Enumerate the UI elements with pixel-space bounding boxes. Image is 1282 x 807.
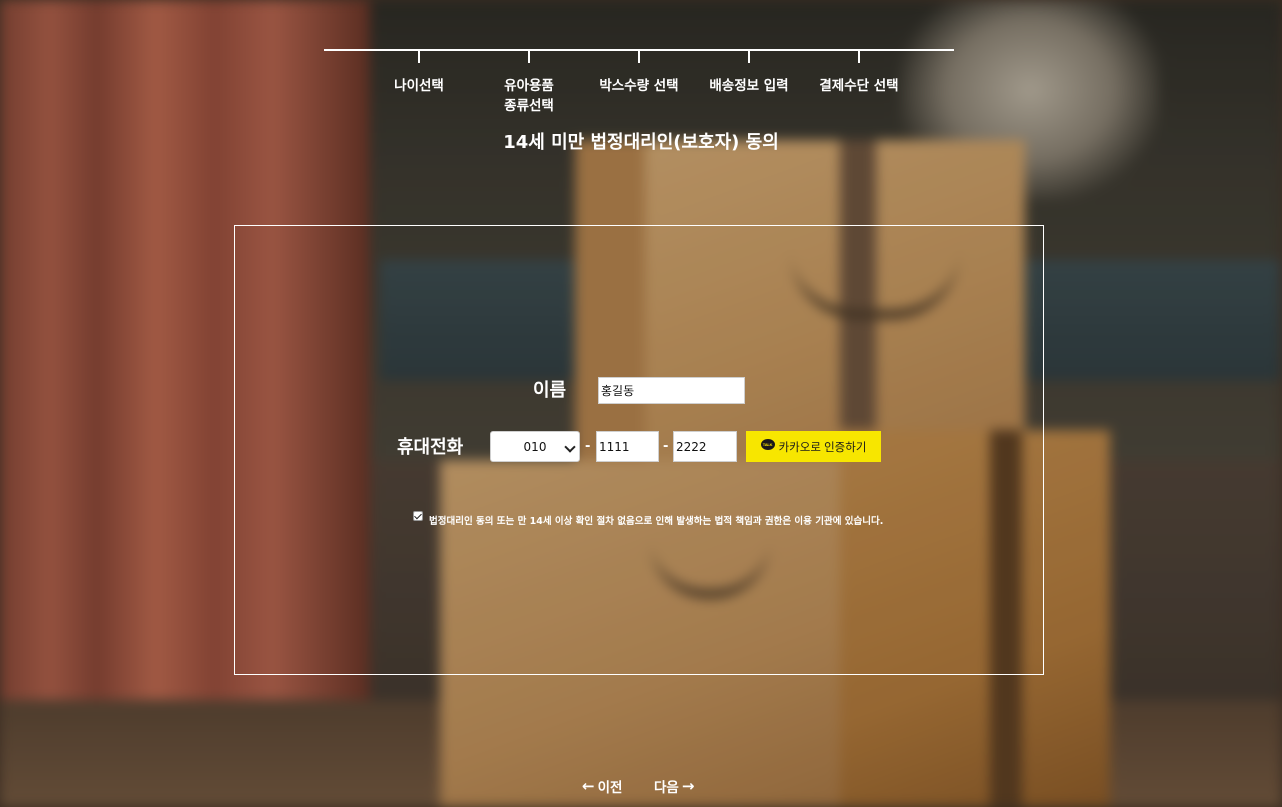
next-label: 다음: [654, 780, 679, 796]
phone-middle-input[interactable]: [596, 431, 659, 462]
phone-prefix-value: 010: [523, 439, 547, 454]
step-label: 배송정보 입력: [709, 78, 789, 94]
kakao-verify-button[interactable]: TALK 카카오로 인증하기: [746, 431, 881, 462]
step-tick: [528, 49, 530, 63]
consent-text: 법정대리인 동의 또는 만 14세 이상 확인 절차 없음으로 인해 발생하는 …: [429, 516, 884, 527]
arrow-right-icon: →: [681, 777, 695, 795]
consent-checkbox[interactable]: [413, 511, 423, 521]
phone-separator: -: [585, 439, 591, 454]
phone-prefix-select[interactable]: 010: [490, 431, 580, 462]
step-tick: [638, 49, 640, 63]
name-input[interactable]: [598, 377, 745, 404]
name-label: 이름: [533, 380, 567, 401]
phone-label: 휴대전화: [397, 437, 464, 458]
step-label: 나이선택: [394, 78, 444, 94]
phone-last-input[interactable]: [673, 431, 737, 462]
next-button[interactable]: 다음 →: [654, 776, 694, 796]
step-tick: [748, 49, 750, 63]
arrow-left-icon: ←: [582, 777, 595, 795]
phone-separator: -: [663, 439, 669, 454]
page: 나이선택 유아용품 종류선택 박스수량 선택 배송정보 입력 결제수단 선택 1…: [0, 0, 1282, 807]
step-tick: [418, 49, 420, 63]
kakao-verify-label: 카카오로 인증하기: [778, 441, 867, 454]
page-title: 14세 미만 법정대리인(보호자) 동의: [503, 132, 779, 153]
chevron-down-icon: [564, 441, 576, 453]
kakao-talk-icon: TALK: [760, 439, 775, 450]
step-label: 유아용품 종류선택: [504, 78, 554, 114]
prev-button[interactable]: ← 이전: [582, 776, 622, 796]
step-label: 박스수량 선택: [599, 78, 679, 94]
step-tick: [858, 49, 860, 63]
step-label: 결제수단 선택: [819, 78, 899, 94]
prev-label: 이전: [597, 780, 623, 796]
